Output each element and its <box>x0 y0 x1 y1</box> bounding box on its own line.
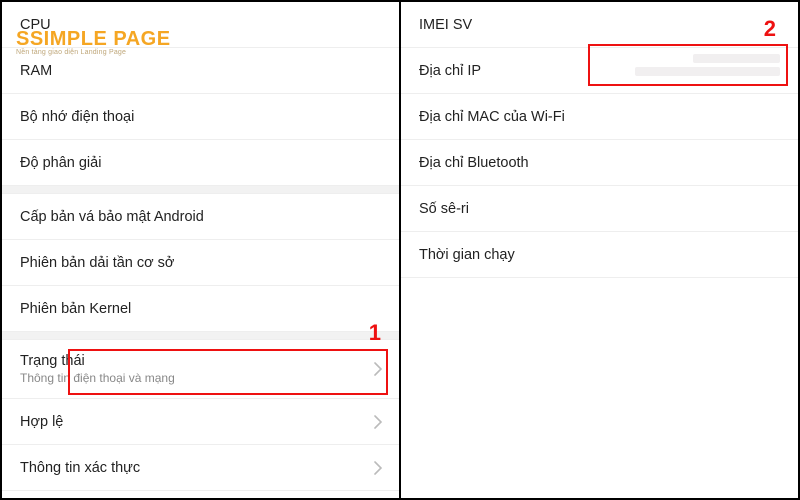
left-panel: CPU RAM Bộ nhớ điện thoại Độ phân giải C… <box>0 0 401 500</box>
label-serial: Số sê-ri <box>419 201 469 217</box>
label-security-patch: Cấp bản vá bảo mật Android <box>20 209 204 225</box>
label-kernel: Phiên bản Kernel <box>20 301 131 317</box>
row-wifi-mac[interactable]: Địa chỉ MAC của Wi-Fi <box>401 94 798 140</box>
label-uptime: Thời gian chạy <box>419 247 515 263</box>
row-serial[interactable]: Số sê-ri <box>401 186 798 232</box>
row-kernel[interactable]: Phiên bản Kernel <box>2 286 399 332</box>
label-ram: RAM <box>20 63 52 79</box>
label-resolution: Độ phân giải <box>20 155 101 171</box>
label-auth-info: Thông tin xác thực <box>20 460 140 476</box>
label-wifi-mac: Địa chỉ MAC của Wi-Fi <box>419 109 565 125</box>
label-cpu: CPU <box>20 17 51 33</box>
row-uptime[interactable]: Thời gian chạy <box>401 232 798 278</box>
row-resolution[interactable]: Độ phân giải <box>2 140 399 186</box>
row-valid[interactable]: Hợp lệ <box>2 399 399 445</box>
label-phone-storage: Bộ nhớ điện thoại <box>20 109 134 125</box>
chevron-right-icon <box>374 415 383 429</box>
callout-1: 1 <box>369 320 381 346</box>
dual-screenshot-container: CPU RAM Bộ nhớ điện thoại Độ phân giải C… <box>0 0 800 500</box>
right-panel: IMEI SV Địa chỉ IP Địa chỉ MAC của Wi-Fi… <box>401 0 800 500</box>
label-imei-sv: IMEI SV <box>419 17 472 33</box>
label-bluetooth: Địa chỉ Bluetooth <box>419 155 529 171</box>
row-ram[interactable]: RAM <box>2 48 399 94</box>
label-baseband: Phiên bản dải tần cơ sở <box>20 255 174 271</box>
row-phone-storage[interactable]: Bộ nhớ điện thoại <box>2 94 399 140</box>
section-separator <box>2 186 399 194</box>
section-separator-2 <box>2 332 399 340</box>
label-status: Trạng thái <box>20 353 85 369</box>
row-bluetooth[interactable]: Địa chỉ Bluetooth <box>401 140 798 186</box>
callout-2: 2 <box>764 16 776 42</box>
sub-status: Thông tin điện thoại và mạng <box>20 371 175 385</box>
row-ip-address[interactable]: Địa chỉ IP <box>401 48 798 94</box>
row-status[interactable]: Trạng thái Thông tin điện thoại và mạng <box>2 340 399 399</box>
label-valid: Hợp lệ <box>20 414 63 430</box>
row-auth-info[interactable]: Thông tin xác thực <box>2 445 399 491</box>
row-security-patch[interactable]: Cấp bản vá bảo mật Android <box>2 194 399 240</box>
redacted-value <box>635 54 780 84</box>
chevron-right-icon <box>374 461 383 475</box>
row-imei-sv[interactable]: IMEI SV <box>401 2 798 48</box>
chevron-right-icon <box>374 362 383 376</box>
label-ip-address: Địa chỉ IP <box>419 63 481 79</box>
row-cpu[interactable]: CPU <box>2 2 399 48</box>
row-baseband[interactable]: Phiên bản dải tần cơ sở <box>2 240 399 286</box>
